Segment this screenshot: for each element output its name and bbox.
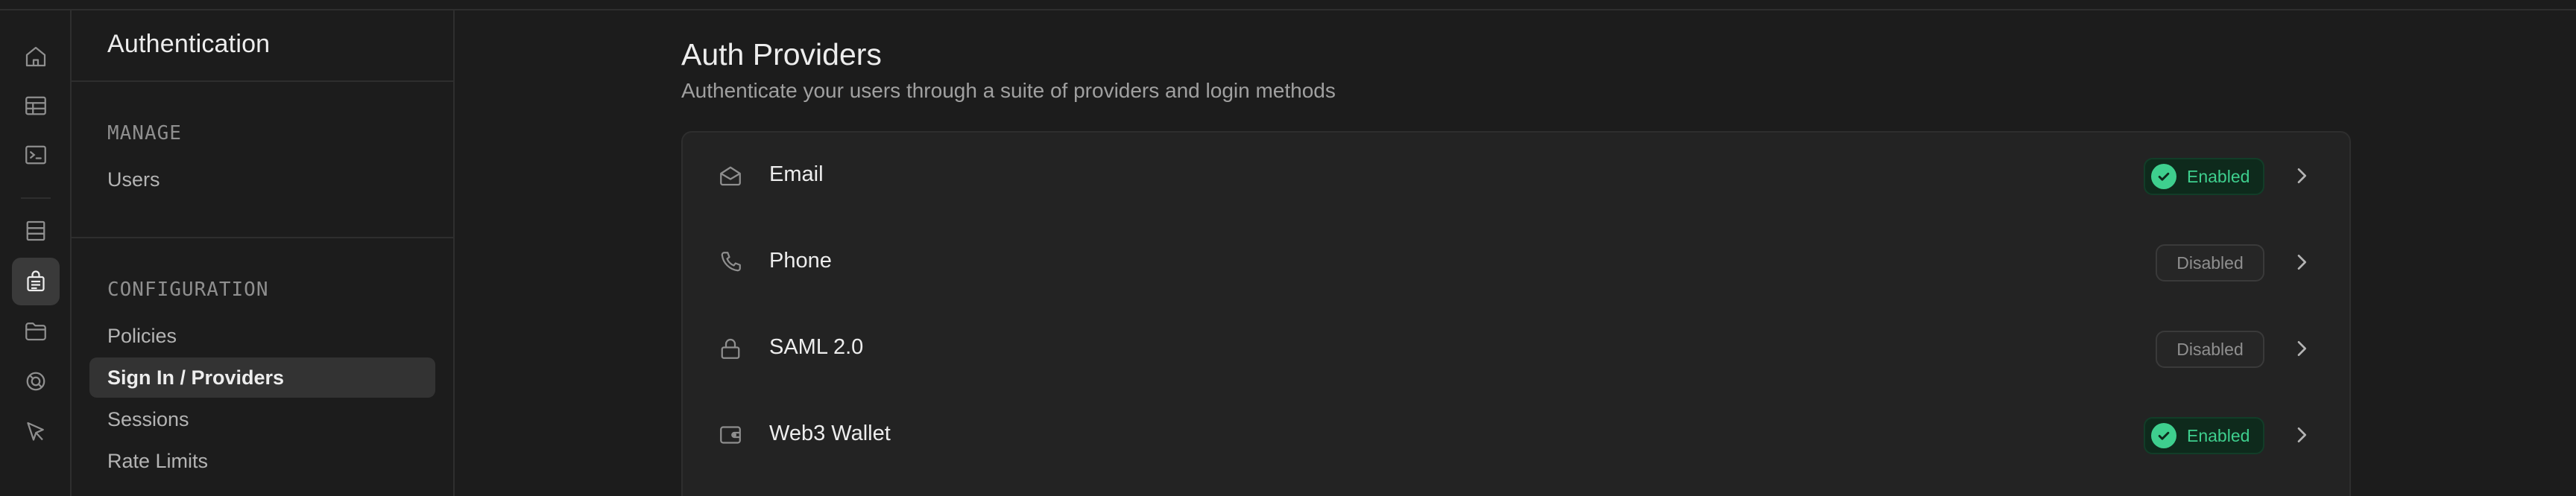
status-label: Enabled [2187, 166, 2250, 186]
rail-divider [21, 197, 51, 199]
sidebar-item-users[interactable]: Users [89, 159, 435, 200]
provider-name: Phone [769, 249, 832, 273]
app-window: Authentication MANAGE Users CONFIGURATIO… [0, 0, 2576, 496]
section-heading-configuration: CONFIGURATION [107, 279, 269, 301]
home-icon[interactable] [12, 33, 60, 80]
chevron-right-icon[interactable] [2290, 337, 2314, 360]
sidebar-divider [72, 237, 453, 238]
status-badge: Disabled [2156, 244, 2264, 282]
check-circle-icon [2151, 164, 2176, 189]
page-subtitle: Authenticate your users through a suite … [681, 79, 1336, 102]
provider-name: Email [769, 162, 824, 186]
status-label: Enabled [2187, 425, 2250, 445]
main-content: Auth Providers Authenticate your users t… [455, 10, 2576, 496]
auth-sidebar: Authentication MANAGE Users CONFIGURATIO… [72, 10, 455, 496]
sql-editor-icon[interactable] [12, 131, 60, 179]
sidebar-title: Authentication [107, 30, 271, 58]
lock-icon [717, 335, 744, 362]
sidebar-item-policies[interactable]: Policies [89, 316, 435, 356]
icon-rail [0, 10, 72, 496]
database-icon[interactable] [12, 207, 60, 255]
sidebar-item-sign-in-providers[interactable]: Sign In / Providers [89, 357, 435, 398]
sidebar-item-rate-limits[interactable]: Rate Limits [89, 441, 435, 481]
chevron-right-icon[interactable] [2290, 423, 2314, 447]
table-editor-icon[interactable] [12, 82, 60, 130]
phone-icon [717, 249, 744, 276]
section-heading-manage: MANAGE [107, 122, 182, 144]
status-badge: Disabled [2156, 331, 2264, 368]
realtime-icon[interactable] [12, 357, 60, 405]
sidebar-divider [72, 80, 453, 82]
authentication-icon[interactable] [12, 258, 60, 305]
status-badge: Enabled [2144, 158, 2264, 195]
chevron-right-icon[interactable] [2290, 250, 2314, 274]
check-circle-icon [2151, 423, 2176, 448]
provider-name: SAML 2.0 [769, 335, 864, 359]
provider-row-web3-wallet[interactable]: Web3 Wallet Enabled [683, 392, 2349, 478]
email-icon [717, 162, 744, 189]
edge-functions-icon[interactable] [12, 408, 60, 456]
providers-list: Email Enabled Phone Disabled SAML 2.0 Di… [681, 131, 2351, 496]
wallet-icon [717, 422, 744, 448]
storage-icon[interactable] [12, 307, 60, 354]
provider-row-email[interactable]: Email Enabled [683, 133, 2349, 219]
page-title: Auth Providers [681, 37, 882, 71]
status-badge: Enabled [2144, 417, 2264, 454]
chevron-right-icon[interactable] [2290, 164, 2314, 188]
sidebar-item-sessions[interactable]: Sessions [89, 399, 435, 439]
provider-row-phone[interactable]: Phone Disabled [683, 219, 2349, 305]
top-bar [0, 0, 2576, 10]
provider-row-saml[interactable]: SAML 2.0 Disabled [683, 305, 2349, 392]
provider-name: Web3 Wallet [769, 422, 891, 445]
